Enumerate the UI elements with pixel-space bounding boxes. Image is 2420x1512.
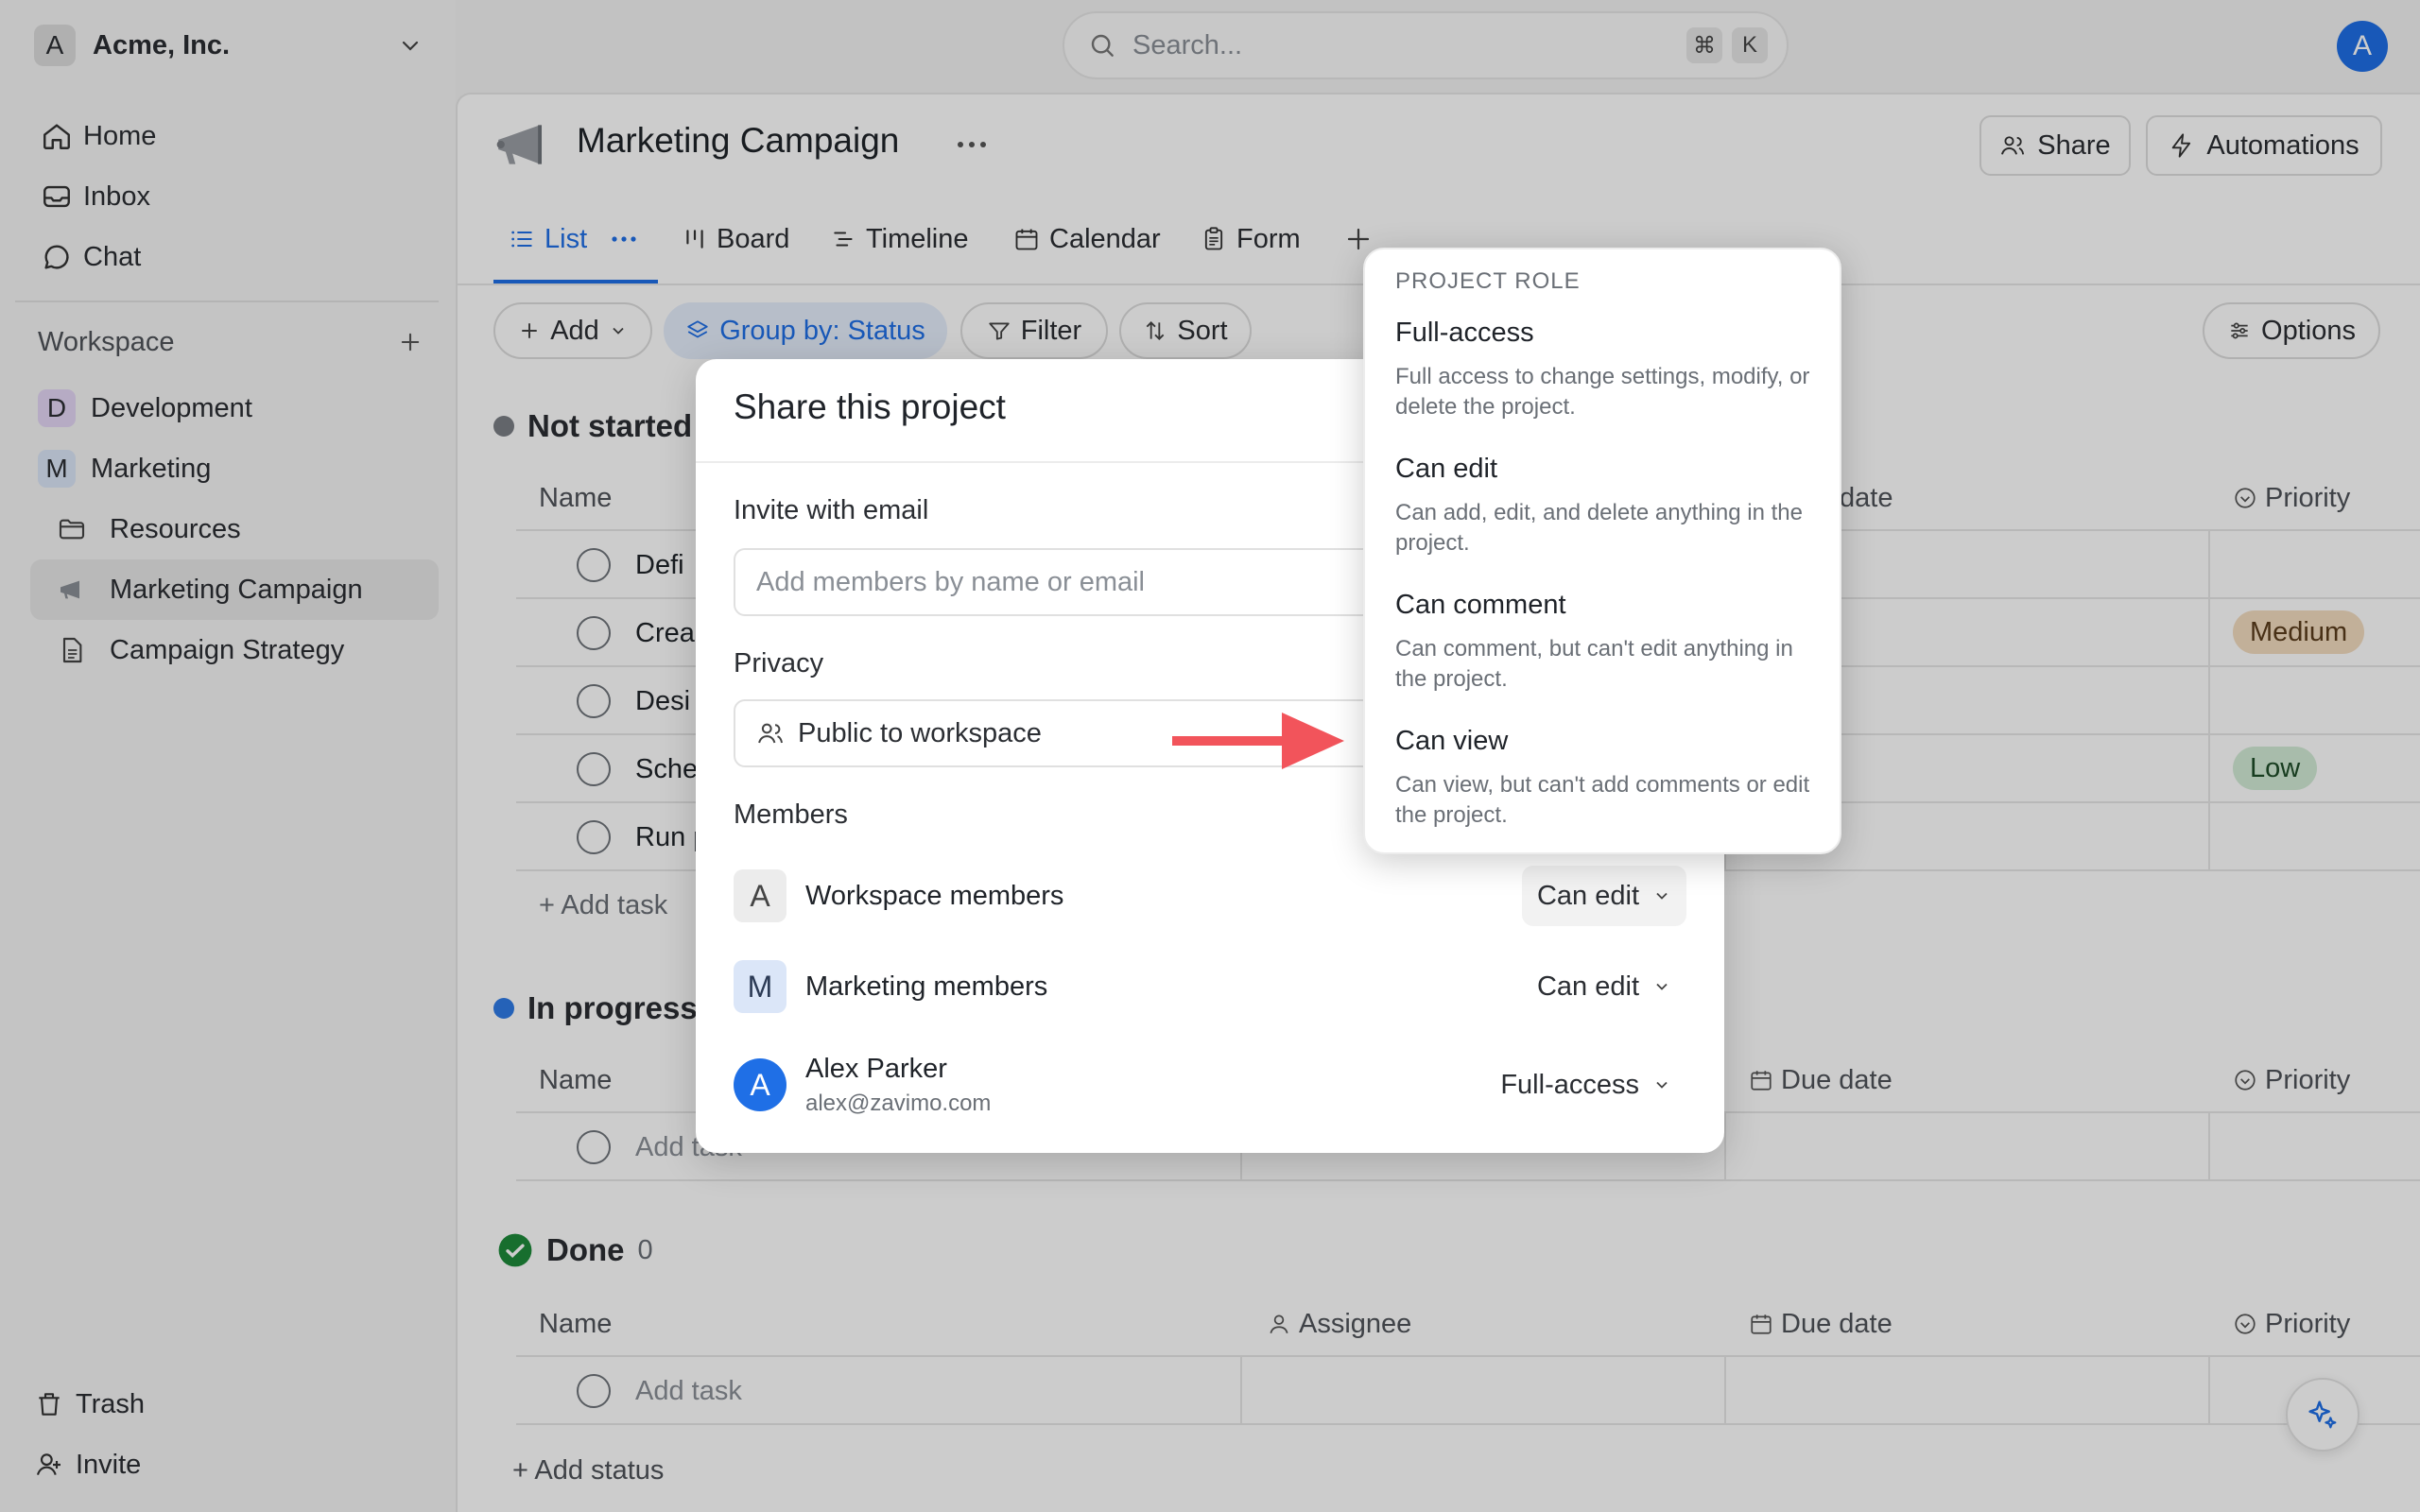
invite-label: Invite with email: [734, 495, 929, 525]
option-title: Can edit: [1395, 454, 1498, 484]
member-avatar: A: [734, 1058, 786, 1111]
chevron-down-icon: [1652, 886, 1671, 905]
option-title: Can view: [1395, 726, 1509, 756]
option-title: Can comment: [1395, 590, 1566, 620]
role-option-can-comment[interactable]: Can comment Can comment, but can't edit …: [1395, 590, 1821, 695]
role-label: Can edit: [1536, 880, 1639, 911]
menu-caption: PROJECT ROLE: [1395, 268, 1581, 294]
annotation-arrow-icon: [1172, 709, 1352, 773]
option-description: Full access to change settings, modify, …: [1395, 364, 1810, 420]
users-icon: [756, 719, 785, 747]
chevron-down-icon: [1652, 1075, 1671, 1094]
chevron-down-icon: [1652, 977, 1671, 996]
member-badge: A: [734, 869, 786, 922]
option-description: Can add, edit, and delete anything in th…: [1395, 500, 1803, 556]
role-label: Full-access: [1500, 1069, 1639, 1100]
members-label: Members: [734, 799, 848, 830]
member-name: Marketing members: [805, 971, 1048, 1002]
member-row: M Marketing members Can edit: [734, 953, 1686, 1021]
invite-placeholder: Add members by name or email: [756, 566, 1145, 597]
project-role-menu: PROJECT ROLE Full-access Full access to …: [1363, 248, 1841, 854]
privacy-label: Privacy: [734, 648, 824, 679]
role-option-can-view[interactable]: Can view Can view, but can't add comment…: [1395, 726, 1821, 831]
member-email: alex@zavimo.com: [805, 1090, 992, 1116]
privacy-value: Public to workspace: [798, 717, 1042, 748]
role-label: Can edit: [1536, 971, 1639, 1002]
role-option-can-edit[interactable]: Can edit Can add, edit, and delete anyth…: [1395, 454, 1821, 558]
role-option-full-access[interactable]: Full-access Full access to change settin…: [1395, 318, 1821, 422]
member-row: A Workspace members Can edit: [734, 862, 1686, 930]
option-title: Full-access: [1395, 318, 1534, 348]
member-role-dropdown[interactable]: Can edit: [1521, 866, 1686, 926]
member-name: Alex Parker: [805, 1053, 947, 1084]
member-role-dropdown[interactable]: Full-access: [1485, 1055, 1686, 1115]
modal-title: Share this project: [734, 387, 1006, 426]
member-role-dropdown[interactable]: Can edit: [1522, 956, 1686, 1017]
member-row: A Alex Parker alex@zavimo.com Full-acces…: [734, 1043, 1686, 1126]
member-badge: M: [734, 960, 786, 1013]
member-name: Workspace members: [805, 880, 1064, 911]
option-description: Can view, but can't add comments or edit…: [1395, 772, 1810, 828]
option-description: Can comment, but can't edit anything in …: [1395, 636, 1793, 692]
